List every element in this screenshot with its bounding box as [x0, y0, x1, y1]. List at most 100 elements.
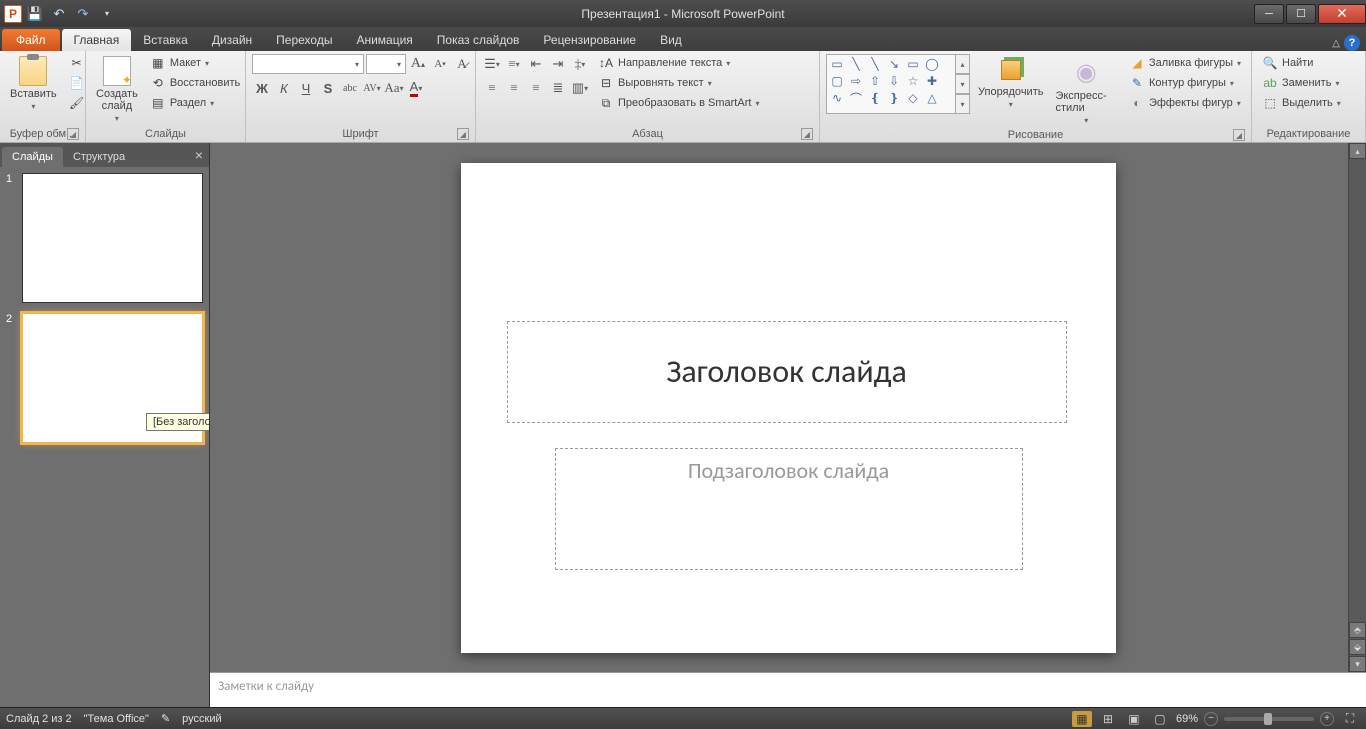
title-placeholder[interactable]: Заголовок слайда [507, 321, 1067, 423]
shape-arrow-icon[interactable]: ↘ [886, 57, 902, 71]
shape-oval-icon[interactable]: ◯ [924, 57, 940, 71]
italic-button[interactable]: К [274, 78, 294, 98]
numbering-button[interactable]: ≡▾ [504, 54, 524, 74]
view-reading-button[interactable]: ▣ [1124, 711, 1144, 727]
status-language[interactable]: русский [182, 713, 221, 725]
panel-tab-outline[interactable]: Структура [63, 147, 135, 167]
align-text-button[interactable]: ⊟Выровнять текст ▾ [594, 74, 763, 92]
save-button[interactable]: 💾 [24, 3, 46, 25]
close-button[interactable]: ✕ [1318, 4, 1366, 24]
drawing-launcher[interactable]: ◢ [1233, 129, 1245, 141]
zoom-percent[interactable]: 69% [1176, 713, 1198, 725]
app-icon[interactable]: P [4, 5, 22, 23]
slide-canvas-wrap[interactable]: Заголовок слайда Подзаголовок слайда [210, 143, 1366, 672]
zoom-out-button[interactable]: − [1204, 712, 1218, 726]
help-icon[interactable]: ? [1344, 35, 1360, 51]
fit-to-window-button[interactable]: ⛶ [1340, 711, 1360, 727]
slide-canvas[interactable]: Заголовок слайда Подзаголовок слайда [461, 163, 1116, 653]
bold-button[interactable]: Ж [252, 78, 272, 98]
redo-button[interactable]: ↷ [72, 3, 94, 25]
shape-arrow-r-icon[interactable]: ⇨ [848, 74, 864, 88]
view-sorter-button[interactable]: ⊞ [1098, 711, 1118, 727]
view-normal-button[interactable]: ▦ [1072, 711, 1092, 727]
shape-effects-button[interactable]: ◐Эффекты фигур ▾ [1125, 94, 1245, 112]
gallery-more-button[interactable]: ▾ [956, 94, 970, 114]
scroll-up-button[interactable]: ▴ [1349, 143, 1366, 159]
scroll-down-button[interactable]: ▾ [1349, 656, 1366, 672]
align-center-button[interactable]: ≡ [504, 78, 524, 98]
shape-triangle-icon[interactable]: △ [924, 91, 940, 105]
shape-line-icon[interactable]: ╲ [848, 57, 864, 71]
tab-view[interactable]: Вид [648, 29, 694, 51]
font-launcher[interactable]: ◢ [457, 128, 469, 140]
clipboard-launcher[interactable]: ◢ [67, 128, 79, 140]
tab-design[interactable]: Дизайн [200, 29, 264, 51]
tab-review[interactable]: Рецензирование [531, 29, 648, 51]
minimize-ribbon-icon[interactable]: △ [1332, 38, 1340, 49]
shape-rounded-icon[interactable]: ▢ [829, 74, 845, 88]
tab-insert[interactable]: Вставка [131, 29, 200, 51]
underline-button[interactable]: Ч [296, 78, 316, 98]
shape-fill-button[interactable]: ◢Заливка фигуры ▾ [1125, 54, 1245, 72]
minimize-button[interactable]: ─ [1254, 4, 1284, 24]
zoom-in-button[interactable]: + [1320, 712, 1334, 726]
shape-bracket2-icon[interactable]: ❵ [886, 91, 902, 105]
paste-button[interactable]: Вставить▾ [6, 54, 61, 113]
align-right-button[interactable]: ≡ [526, 78, 546, 98]
zoom-slider-thumb[interactable] [1264, 713, 1272, 725]
font-family-combo[interactable]: ▾ [252, 54, 364, 74]
slide-thumbnail-1[interactable] [22, 173, 203, 303]
gallery-down-button[interactable]: ▾ [956, 74, 970, 94]
shape-outline-button[interactable]: ✎Контур фигуры ▾ [1125, 74, 1245, 92]
maximize-button[interactable]: ☐ [1286, 4, 1316, 24]
zoom-slider[interactable] [1224, 717, 1314, 721]
text-direction-button[interactable]: ↕AНаправление текста ▾ [594, 54, 763, 72]
decrease-indent-button[interactable]: ⇤ [526, 54, 546, 74]
shape-diamond-icon[interactable]: ◇ [905, 91, 921, 105]
shape-bracket-icon[interactable]: ❴ [867, 91, 883, 105]
align-left-button[interactable]: ≡ [482, 78, 502, 98]
layout-button[interactable]: ▦Макет ▾ [146, 54, 244, 72]
panel-close-button[interactable]: × [195, 147, 203, 163]
shape-line2-icon[interactable]: ╲ [867, 57, 883, 71]
char-spacing-button[interactable]: AV▾ [362, 78, 382, 98]
section-button[interactable]: ▤Раздел ▾ [146, 94, 244, 112]
quick-styles-button[interactable]: ◉ Экспресс-стили▾ [1051, 54, 1121, 127]
shrink-font-button[interactable]: A▾ [430, 54, 450, 74]
find-button[interactable]: 🔍Найти [1258, 54, 1345, 72]
bullets-button[interactable]: ☰▾ [482, 54, 502, 74]
justify-button[interactable]: ≣ [548, 78, 568, 98]
subtitle-placeholder[interactable]: Подзаголовок слайда [555, 448, 1023, 570]
change-case-button[interactable]: Aa▾ [384, 78, 404, 98]
shape-arrow-d-icon[interactable]: ⇩ [886, 74, 902, 88]
reset-button[interactable]: ⟲Восстановить [146, 74, 244, 92]
shape-star-icon[interactable]: ☆ [905, 74, 921, 88]
arrange-button[interactable]: Упорядочить▾ [974, 54, 1047, 111]
file-tab[interactable]: Файл [2, 29, 60, 51]
shape-curve-icon[interactable]: ∿ [829, 91, 845, 105]
tab-slideshow[interactable]: Показ слайдов [425, 29, 532, 51]
notes-pane[interactable]: Заметки к слайду [210, 672, 1366, 707]
strike-button[interactable]: S [318, 78, 338, 98]
qat-customize[interactable]: ▾ [96, 3, 118, 25]
next-slide-button[interactable]: ⬙ [1349, 639, 1366, 655]
gallery-up-button[interactable]: ▴ [956, 54, 970, 74]
increase-indent-button[interactable]: ⇥ [548, 54, 568, 74]
grow-font-button[interactable]: A▴ [408, 54, 428, 74]
shape-curve2-icon[interactable]: ⌒ [848, 91, 864, 105]
shape-textbox-icon[interactable]: ▭ [829, 57, 845, 71]
tab-animation[interactable]: Анимация [344, 29, 424, 51]
prev-slide-button[interactable]: ⬘ [1349, 622, 1366, 638]
shapes-gallery[interactable]: ▭ ╲ ╲ ↘ ▭ ◯ ▢ ⇨ ⇧ ⇩ ☆ ✚ ∿ ⌒ ❴ ❵ ◇ [826, 54, 956, 114]
shape-rect-icon[interactable]: ▭ [905, 57, 921, 71]
panel-tab-slides[interactable]: Слайды [2, 147, 63, 167]
line-spacing-button[interactable]: ‡▾ [570, 54, 590, 74]
undo-button[interactable]: ↶ [48, 3, 70, 25]
vertical-scrollbar[interactable]: ▴ ⬘ ⬙ ▾ [1348, 143, 1366, 672]
tab-transitions[interactable]: Переходы [264, 29, 344, 51]
view-slideshow-button[interactable]: ▢ [1150, 711, 1170, 727]
font-size-combo[interactable]: ▾ [366, 54, 406, 74]
clear-format-button[interactable]: A̷ [452, 54, 472, 74]
tab-home[interactable]: Главная [62, 29, 132, 51]
shape-arrow-u-icon[interactable]: ⇧ [867, 74, 883, 88]
